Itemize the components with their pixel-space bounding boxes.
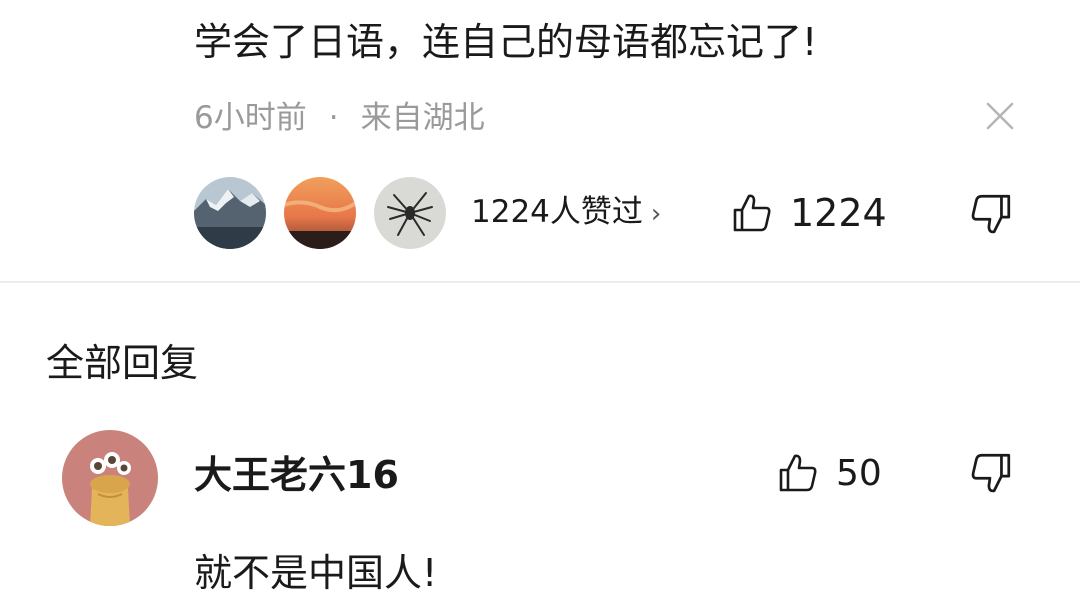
reply-like-count: 50: [836, 452, 882, 494]
liked-by-label: 1224人赞过: [471, 194, 643, 230]
thumbs-up-icon: [779, 454, 817, 492]
comment-meta: 6小时前 · 来自湖北: [194, 96, 485, 140]
all-replies-title: 全部回复: [46, 341, 199, 385]
comment-like-button[interactable]: 1224: [730, 187, 887, 239]
close-icon[interactable]: [984, 100, 1016, 132]
reply-like-button[interactable]: 50: [776, 448, 882, 498]
liker-avatar: [194, 177, 266, 249]
liked-by-link[interactable]: 1224人赞过 ›: [471, 190, 661, 236]
thumbs-up-icon: [733, 194, 771, 232]
reply-username[interactable]: 大王老六16: [194, 448, 399, 502]
avatar[interactable]: [62, 430, 158, 526]
liker-avatar: [284, 177, 356, 249]
comment-text: 学会了日语，连自己的母语都忘记了!: [194, 20, 818, 64]
comment-like-count: 1224: [790, 191, 887, 235]
liker-avatars[interactable]: [194, 177, 464, 249]
meta-separator: ·: [328, 100, 339, 136]
liker-avatar: [374, 177, 446, 249]
chevron-right-icon: ›: [650, 199, 662, 229]
thumbs-down-icon[interactable]: [968, 450, 1014, 496]
comment-time: 6小时前: [194, 100, 307, 136]
thumbs-down-icon[interactable]: [968, 191, 1014, 237]
reply-text: 就不是中国人!: [194, 551, 438, 595]
section-divider: [0, 281, 1080, 283]
comment-location: 来自湖北: [360, 100, 485, 136]
